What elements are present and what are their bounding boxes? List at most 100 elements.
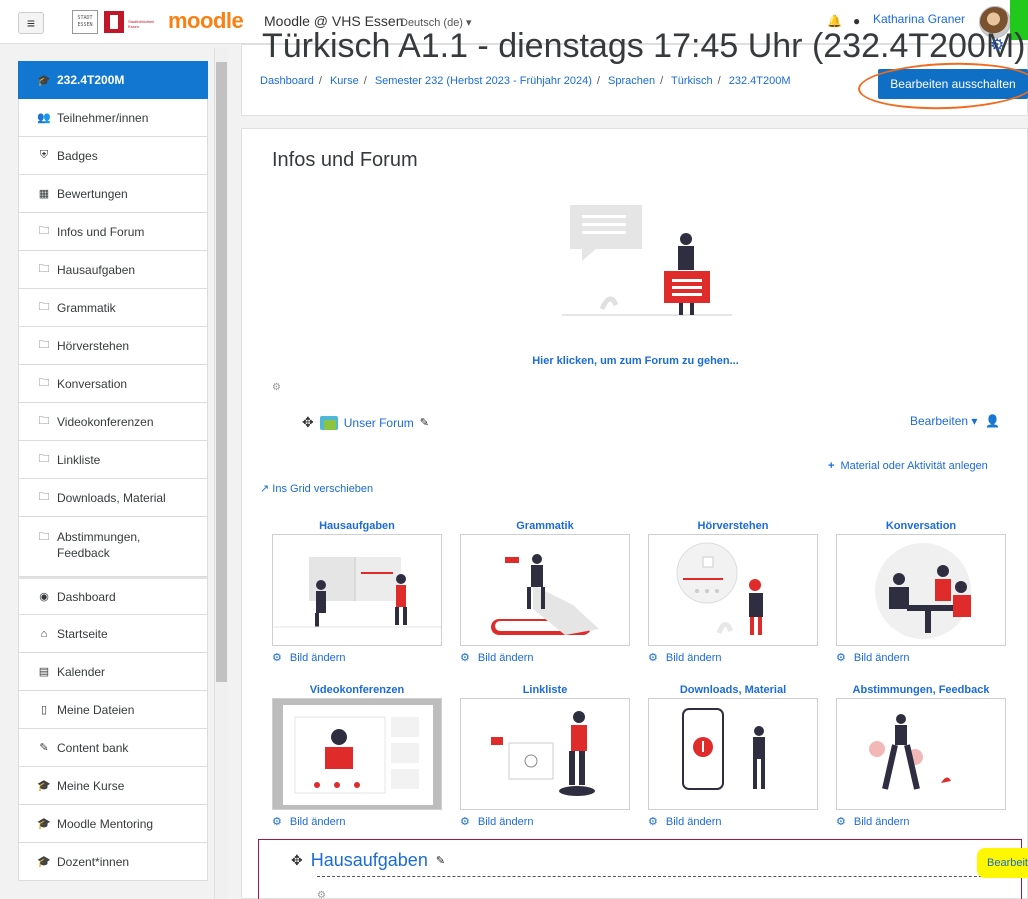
sidebar-item-abstimmungen[interactable]: 🗀 Abstimmungen, Feedback [18,517,208,577]
move-icon[interactable]: ✥ [291,852,303,869]
user-name[interactable]: Katharina Graner [873,12,965,26]
sidebar-item-label: Meine Kurse [57,778,125,793]
change-image-link[interactable]: ⚙ Bild ändern [272,815,442,829]
change-image-link[interactable]: ⚙ Bild ändern [460,651,630,665]
gear-icon[interactable]: ⚙ [317,890,326,899]
breadcrumb-item[interactable]: 232.4T200M [729,75,791,87]
bell-icon[interactable]: 🔔 [827,14,842,28]
tile-title[interactable]: Konversation [836,520,1006,534]
sidebar-item-contentbank[interactable]: ✎ Content bank [18,729,208,767]
tile-image[interactable] [836,698,1006,810]
sidebar-item-dozenten[interactable]: 🎓 Dozent*innen [18,843,208,881]
chat-icon[interactable]: ● [853,14,860,28]
forum-name-link[interactable]: Unser Forum [344,416,414,430]
add-activity-link[interactable]: + Material oder Aktivität anlegen [828,460,988,472]
section-title-link[interactable]: Hausaufgaben [311,850,428,871]
tile-konversation[interactable]: Konversation ⚙ Bild ändern [836,520,1006,664]
sidebar-item-label: Linkliste [57,452,101,467]
tile-title[interactable]: Hörverstehen [648,520,818,534]
change-image-link[interactable]: ⚙ Bild ändern [272,651,442,665]
sidebar-item-participants[interactable]: 👥 Teilnehmer/innen [18,99,208,137]
change-image-link[interactable]: ⚙ Bild ändern [648,815,818,829]
sidebar-item-label: Content bank [57,740,129,755]
forum-link[interactable]: Hier klicken, um zum Forum zu gehen... [242,355,1028,367]
change-image-label: Bild ändern [289,815,346,828]
sidebar-item-hoerverstehen[interactable]: 🗀 Hörverstehen [18,327,208,365]
tile-image[interactable] [648,698,818,810]
sidebar-item-dateien[interactable]: ▯ Meine Dateien [18,691,208,729]
tile-downloads[interactable]: Downloads, Material ⚙ Bild ändern [648,684,818,828]
section-edit-button[interactable]: Bearbeiten [977,848,1028,878]
pencil-icon[interactable]: ✎ [436,854,445,867]
stadt-essen-logo[interactable]: STADT ESSEN [72,10,98,34]
breadcrumb-item[interactable]: Semester 232 (Herbst 2023 - Frühjahr 202… [375,75,592,87]
drawer-scroll-thumb[interactable] [216,62,227,682]
pencil-icon[interactable]: ✎ [420,416,429,429]
tile-title[interactable]: Hausaufgaben [272,520,442,534]
grid-move-link[interactable]: ↗ Ins Grid verschieben [260,482,373,495]
tile-linkliste[interactable]: Linkliste ⚙ Bild ändern [460,684,630,828]
sidebar-item-grades[interactable]: ▦ Bewertungen [18,175,208,213]
sidebar-item-label: Dashboard [57,589,116,604]
change-image-link[interactable]: ⚙ Bild ändern [648,651,818,665]
users-icon: 👥 [37,112,51,124]
tile-image[interactable] [460,534,630,646]
sidebar-item-dashboard[interactable]: ◉ Dashboard [18,577,208,615]
change-image-link[interactable]: ⚙ Bild ändern [836,651,1006,665]
gear-icon[interactable]: ⚙ [272,382,281,393]
gear-icon: ⚙ [272,816,282,828]
graduation-cap-icon: 🎓 [37,856,51,868]
tile-title[interactable]: Grammatik [460,520,630,534]
breadcrumb-item[interactable]: Türkisch [671,75,713,87]
sidebar-item-linkliste[interactable]: 🗀 Linkliste [18,441,208,479]
sidebar-item-hausaufgaben[interactable]: 🗀 Hausaufgaben [18,251,208,289]
graduation-cap-icon: 🎓 [37,818,51,830]
gear-icon: ⚙ [272,652,282,664]
tile-image[interactable] [460,698,630,810]
tile-title[interactable]: Linkliste [460,684,630,698]
sidebar-item-kalender[interactable]: ▤ Kalender [18,653,208,691]
breadcrumb-item[interactable]: Sprachen [608,75,655,87]
tile-image[interactable] [836,534,1006,646]
gear-icon: ⚙ [648,652,658,664]
sidebar-item-konversation[interactable]: 🗀 Konversation [18,365,208,403]
home-icon: ⌂ [40,627,48,640]
tile-title[interactable]: Abstimmungen, Feedback [836,684,1006,698]
gear-icon[interactable]: ⚙ [990,35,1004,55]
tile-videokonferenzen[interactable]: Videokonferenzen ⚙ Bild ändern [272,684,442,828]
user-icon[interactable]: 👤 [985,414,1000,428]
change-image-link[interactable]: ⚙ Bild ändern [836,815,1006,829]
hamburger-icon[interactable]: ≡ [18,12,44,34]
folder-icon: 🗀 [38,263,50,275]
change-image-link[interactable]: ⚙ Bild ändern [460,815,630,829]
tile-image[interactable] [272,698,442,810]
gear-icon: ⚙ [460,816,470,828]
sidebar-item-mentoring[interactable]: 🎓 Moodle Mentoring [18,805,208,843]
sidebar-item-downloads[interactable]: 🗀 Downloads, Material [18,479,208,517]
tile-grammatik[interactable]: Grammatik ⚙ Bild ändern [460,520,630,664]
sidebar-item-course[interactable]: 🎓 232.4T200M [18,61,208,99]
sidebar-item-badges[interactable]: ⛨ Badges [18,137,208,175]
sidebar-item-grammatik[interactable]: 🗀 Grammatik [18,289,208,327]
course-header: Türkisch A1.1 - dienstags 17:45 Uhr (232… [241,27,1028,116]
sidebar-item-meine-kurse[interactable]: 🎓 Meine Kurse [18,767,208,805]
sidebar-item-label: Dozent*innen [57,854,130,869]
moodle-logo[interactable]: moodle [168,8,244,34]
tile-abstimmungen[interactable]: Abstimmungen, Feedback ⚙ Bild ändern [836,684,1006,828]
tile-image[interactable] [648,534,818,646]
stadtbibliothek-logo[interactable]: Stadtbibliothek Essen [104,11,166,33]
breadcrumb-item[interactable]: Kurse [330,75,359,87]
tile-hoerverstehen[interactable]: Hörverstehen ⚙ Bild ändern [648,520,818,664]
tile-title[interactable]: Videokonferenzen [272,684,442,698]
move-icon[interactable]: ✥ [302,414,314,431]
sidebar-item-startseite[interactable]: ⌂ Startseite [18,615,208,653]
tile-hausaufgaben[interactable]: Hausaufgaben ⚙ Bild ändern [272,520,442,664]
tile-image[interactable] [272,534,442,646]
sidebar-item-videokonferenzen[interactable]: 🗀 Videokonferenzen [18,403,208,441]
tile-title[interactable]: Downloads, Material [648,684,818,698]
breadcrumb-item[interactable]: Dashboard [260,75,314,87]
gear-icon: ⚙ [460,652,470,664]
sidebar-item-infos[interactable]: 🗀 Infos und Forum [18,213,208,251]
sidebar-item-label: Kalender [57,664,106,679]
edit-dropdown[interactable]: Bearbeiten ▾ 👤 [910,414,1000,428]
